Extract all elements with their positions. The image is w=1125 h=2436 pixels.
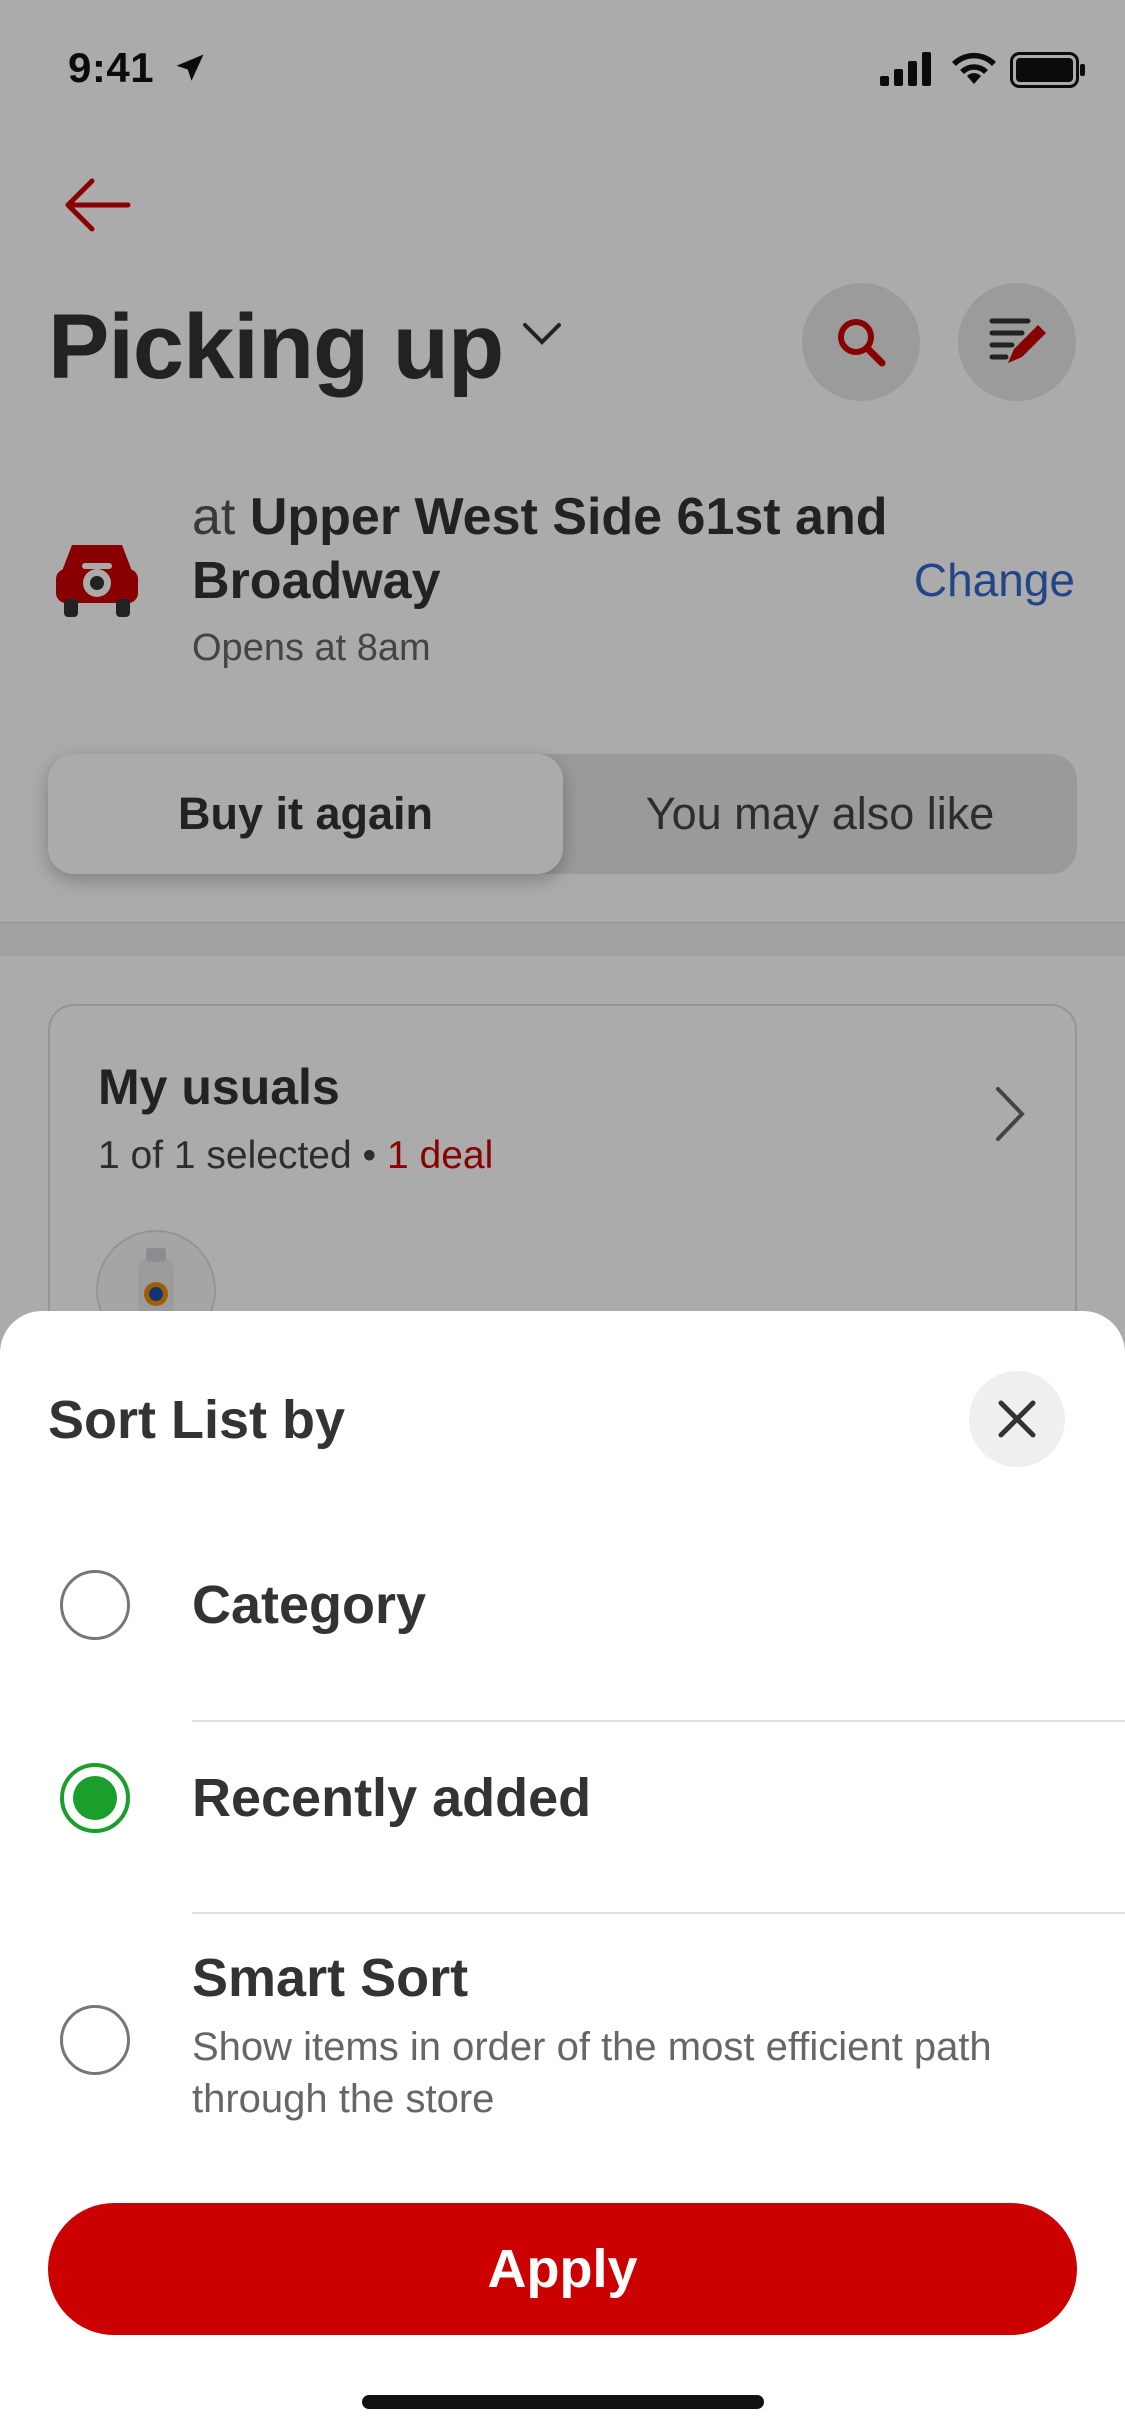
home-indicator[interactable] [362,2395,764,2409]
sheet-title: Sort List by [48,1390,346,1450]
option-description: Show items in order of the most efficien… [192,2025,992,2121]
option-label: Smart Sort [192,1948,469,2008]
sort-option-recently-added[interactable]: Recently added [0,1721,1125,1901]
close-button[interactable] [969,1371,1065,1467]
sort-option-category[interactable]: Category [0,1516,1125,1696]
radio-smart-sort[interactable] [60,2005,130,2075]
radio-category[interactable] [60,1570,130,1640]
sort-option-smart-sort[interactable]: Smart Sort Show items in order of the mo… [0,1913,1125,2153]
apply-button[interactable]: Apply [48,2203,1077,2335]
option-label: Category [192,1575,427,1635]
close-icon [998,1400,1036,1438]
option-label: Recently added [192,1768,592,1828]
radio-recently-added[interactable] [60,1763,130,1833]
page-background: 9:41 Picking up at Upper West Side 61st … [0,0,1125,2436]
